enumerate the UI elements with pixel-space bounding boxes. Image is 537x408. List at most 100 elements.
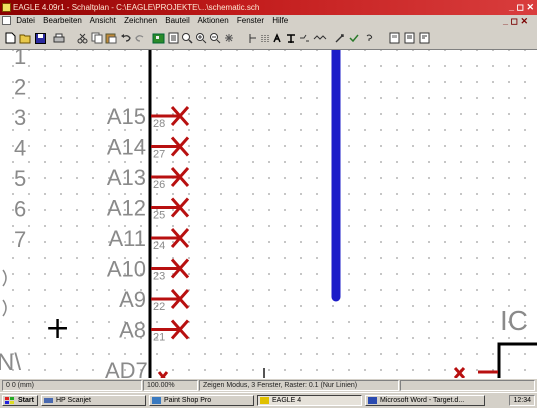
net-icon[interactable] xyxy=(298,31,312,45)
partial-left-label: N\ xyxy=(0,349,21,376)
status-extra xyxy=(400,380,535,391)
menu-bar: Datei Bearbeiten Ansicht Zeichnen Bautei… xyxy=(0,15,537,27)
print-icon[interactable] xyxy=(52,31,66,45)
document-icon xyxy=(2,16,11,26)
grid-icon[interactable] xyxy=(258,31,272,45)
status-mode: Zeigen Modus, 3 Fenster, Raster: 0.1 (Nu… xyxy=(199,380,399,391)
taskbar: Start HP Scanjet Paint Shop Pro EAGLE 4 … xyxy=(0,392,537,408)
row-number: 3 xyxy=(14,105,26,130)
taskbar-btn-scanjet[interactable]: HP Scanjet xyxy=(41,395,146,406)
pin-number-label: 26 xyxy=(153,179,165,191)
pin-number-label: 23 xyxy=(153,271,165,283)
status-bar: 0 0 (mm) 100.00% Zeigen Modus, 3 Fenster… xyxy=(0,378,537,393)
page-icon[interactable] xyxy=(387,31,401,45)
redraw-icon[interactable] xyxy=(222,31,236,45)
pin-number-label: 21 xyxy=(153,332,165,344)
taskbar-btn-eagle[interactable]: EAGLE 4 xyxy=(257,395,362,406)
row-number: 7 xyxy=(14,227,26,252)
layer-icon[interactable] xyxy=(166,31,180,45)
start-button[interactable]: Start xyxy=(2,395,38,406)
partial-right-label: IC xyxy=(500,305,528,336)
app-icon xyxy=(2,3,11,12)
paint-icon xyxy=(152,397,161,404)
menu-item-bauteil[interactable]: Bauteil xyxy=(165,16,189,25)
window-controls[interactable]: _ ◻ ✕ xyxy=(509,0,534,15)
open-icon[interactable] xyxy=(18,31,32,45)
row-number: 2 xyxy=(14,75,26,100)
pin-a10[interactable]: A10 23 xyxy=(107,257,190,283)
mdi-controls[interactable]: _ ◻ ✕ xyxy=(503,15,528,27)
save-icon[interactable] xyxy=(33,31,47,45)
pin-name-label: A12 xyxy=(107,196,146,221)
ic-outline-corner xyxy=(497,342,537,378)
help-icon[interactable] xyxy=(362,31,376,45)
pin-name-label: A10 xyxy=(107,257,146,282)
pin-number-label: 25 xyxy=(153,210,165,222)
word-icon xyxy=(368,397,377,404)
title-bar: EAGLE 4.09r1 - Schaltplan - C:\EAGLE\PRO… xyxy=(0,0,537,15)
menu-item-bearbeiten[interactable]: Bearbeiten xyxy=(43,16,82,25)
window-title: EAGLE 4.09r1 - Schaltplan - C:\EAGLE\PRO… xyxy=(13,3,260,12)
eagle-app-icon xyxy=(260,397,269,404)
zoom-fit-icon[interactable] xyxy=(180,31,194,45)
menu-item-datei[interactable]: Datei xyxy=(16,16,35,25)
undo-icon[interactable] xyxy=(119,31,133,45)
menu-item-zeichnen[interactable]: Zeichnen xyxy=(124,16,157,25)
new-icon[interactable] xyxy=(3,31,17,45)
status-coords: 0 0 (mm) xyxy=(2,380,142,391)
taskbar-btn-label: EAGLE 4 xyxy=(272,397,302,404)
run-ulp-icon[interactable] xyxy=(333,31,347,45)
zoom-in-icon[interactable] xyxy=(194,31,208,45)
board-icon[interactable] xyxy=(151,31,165,45)
toolbar xyxy=(0,27,537,50)
pin-number-label: 24 xyxy=(153,240,165,252)
pin-number-label: 27 xyxy=(153,149,165,161)
copy-icon[interactable] xyxy=(90,31,104,45)
row-number: 4 xyxy=(14,136,26,161)
cut-icon[interactable] xyxy=(75,31,89,45)
pin-a13[interactable]: A13 26 xyxy=(107,165,190,191)
partial-pin-label: AD7 xyxy=(105,358,148,378)
pin-a15[interactable]: A15 28 xyxy=(107,104,190,130)
schematic-svg: 1234567 A15 28A14 27A13 26A12 25A11 24A10 23A9… xyxy=(0,50,537,378)
menu-item-hilfe[interactable]: Hilfe xyxy=(272,16,288,25)
left-bracket-top xyxy=(2,269,7,287)
ratsnest-icon[interactable] xyxy=(271,31,285,45)
menu-item-fenster[interactable]: Fenster xyxy=(237,16,264,25)
start-label: Start xyxy=(18,397,34,404)
menu-item-aktionen[interactable]: Aktionen xyxy=(198,16,229,25)
pin-name-label: A14 xyxy=(107,135,146,160)
pin-name-label: A9 xyxy=(119,287,146,312)
status-zoom: 100.00% xyxy=(143,380,198,391)
crosshair-cursor: + xyxy=(45,311,70,346)
redo-icon[interactable] xyxy=(133,31,147,45)
schematic-canvas[interactable]: 1234567 A15 28 A14 27 A13 26 A12 25 A11 24 A10 23 A9… xyxy=(0,50,537,378)
taskbar-btn-label: HP Scanjet xyxy=(56,397,91,404)
scanner-icon xyxy=(44,398,53,403)
pin-name-label: A11 xyxy=(108,226,146,251)
pin-a9[interactable]: A9 22 xyxy=(119,287,190,313)
pin-a11[interactable]: A11 24 xyxy=(108,226,190,252)
paste-icon[interactable] xyxy=(104,31,118,45)
pin-name-label: A13 xyxy=(107,165,146,190)
pin-number-label: 22 xyxy=(153,301,165,313)
taskbar-btn-word[interactable]: Microsoft Word - Target.d... xyxy=(365,395,485,406)
wire-icon[interactable] xyxy=(313,31,327,45)
pin-number-label: 28 xyxy=(153,118,165,130)
row-number: 5 xyxy=(14,166,26,191)
row-number: 6 xyxy=(14,197,26,222)
pin-a14[interactable]: A14 27 xyxy=(107,135,190,161)
taskbar-btn-label: Paint Shop Pro xyxy=(164,397,212,404)
taskbar-btn-label: Microsoft Word - Target.d... xyxy=(380,397,465,404)
pin-a8[interactable]: A8 21 xyxy=(119,318,190,344)
windows-logo-icon xyxy=(5,397,14,404)
page-prev-icon[interactable] xyxy=(402,31,416,45)
pin-name-label: A15 xyxy=(107,104,146,129)
zoom-out-icon[interactable] xyxy=(208,31,222,45)
script-icon[interactable] xyxy=(347,31,361,45)
taskbar-btn-paintshop[interactable]: Paint Shop Pro xyxy=(149,395,254,406)
page-next-icon[interactable] xyxy=(417,31,431,45)
menu-item-ansicht[interactable]: Ansicht xyxy=(90,16,116,25)
pin-a12[interactable]: A12 25 xyxy=(107,196,190,222)
bus-icon[interactable] xyxy=(284,31,298,45)
